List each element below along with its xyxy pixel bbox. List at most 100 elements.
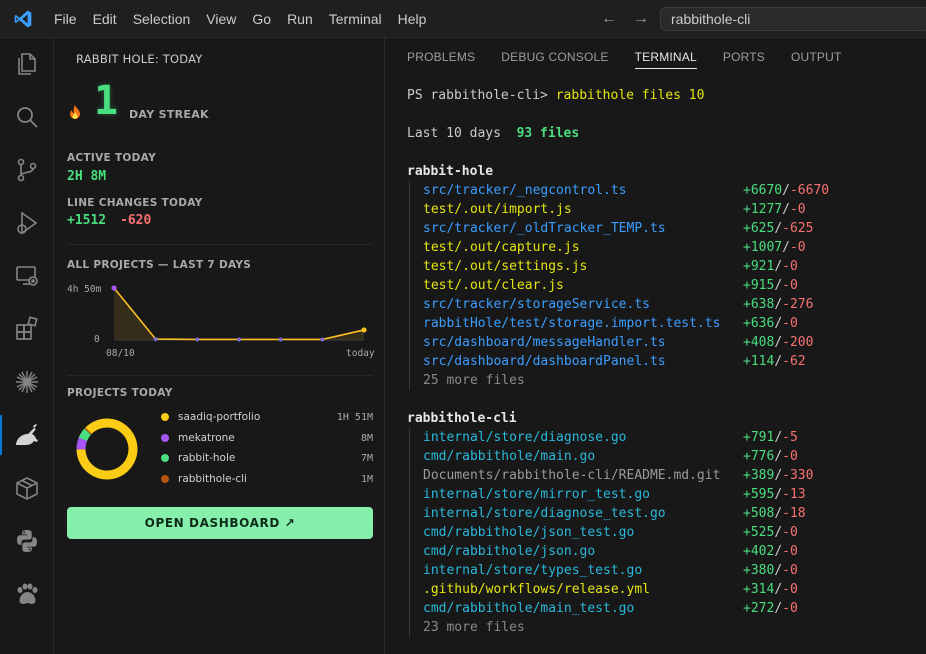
file-row[interactable]: test/.out/import.js +1277/-0 [423, 200, 806, 219]
command-center-search[interactable]: rabbithole-cli [660, 7, 926, 31]
tab-output[interactable]: OUTPUT [791, 38, 842, 74]
rabbit-hole-icon[interactable] [0, 415, 54, 455]
back-arrow-icon[interactable]: ← [600, 10, 618, 28]
file-row[interactable]: src/dashboard/messageHandler.ts +408/-200 [423, 333, 813, 352]
file-path: rabbitHole/test/storage.import.test.ts [423, 316, 721, 331]
x-end-label: today [346, 348, 375, 359]
lines-removed: -0 [782, 544, 798, 559]
file-row[interactable]: cmd/rabbithole/main_test.go +272/-0 [423, 599, 798, 618]
package-icon[interactable] [0, 468, 54, 508]
file-row[interactable]: internal/store/mirror_test.go +595/-13 [423, 485, 806, 504]
open-dashboard-button[interactable]: OPEN DASHBOARD ↗ [67, 507, 373, 539]
file-row[interactable]: test/.out/clear.js +915/-0 [423, 276, 798, 295]
project-time: 1M [360, 473, 373, 485]
lines-added: +380 [743, 563, 775, 578]
file-row[interactable]: test/.out/capture.js +1007/-0 [423, 238, 806, 257]
more-files: 25 more files [423, 373, 525, 388]
tab-terminal[interactable]: TERMINAL [634, 38, 698, 74]
lines-removed: -276 [782, 297, 814, 312]
lines-added: +114 [743, 354, 775, 369]
y-max-label: 4h 50m [67, 284, 102, 295]
menu-bar: File Edit Selection View Go Run Terminal… [46, 0, 434, 38]
menu-run[interactable]: Run [279, 0, 321, 38]
summary-line: Last 10 days 93 files [407, 124, 579, 143]
separator: / [782, 202, 790, 217]
python-icon[interactable] [0, 521, 54, 561]
file-row[interactable]: internal/store/diagnose.go +791/-5 [423, 428, 798, 447]
forward-arrow-icon[interactable]: → [632, 10, 650, 28]
project-time: 7M [360, 452, 373, 464]
file-row[interactable]: internal/store/diagnose_test.go +508/-18 [423, 504, 806, 523]
extensions-icon[interactable] [0, 309, 54, 349]
divider [67, 244, 373, 245]
file-path: test/.out/settings.js [423, 259, 588, 274]
menu-help[interactable]: Help [390, 0, 435, 38]
chart-point [153, 337, 158, 342]
file-row[interactable]: cmd/rabbithole/main.go +776/-0 [423, 447, 798, 466]
project-row[interactable]: mekatrone 8M [161, 429, 373, 447]
paw-icon[interactable] [0, 574, 54, 614]
tab-problems[interactable]: PROBLEMS [407, 38, 475, 74]
source-control-icon[interactable] [0, 150, 54, 190]
file-row[interactable]: src/tracker/_negcontrol.ts +6670/-6670 [423, 181, 829, 200]
file-row[interactable]: .github/workflows/release.yml +314/-0 [423, 580, 798, 599]
menu-selection[interactable]: Selection [125, 0, 199, 38]
explorer-icon[interactable] [0, 44, 54, 84]
project-time: 8M [360, 432, 373, 444]
projects-donut-chart [76, 418, 138, 480]
menu-file[interactable]: File [46, 0, 85, 38]
lines-added: +776 [743, 449, 775, 464]
project-time: 1H 51M [336, 411, 373, 423]
panel-tabs: PROBLEMS DEBUG CONSOLE TERMINAL PORTS OU… [385, 38, 926, 74]
file-row[interactable]: rabbitHole/test/storage.import.test.ts +6… [423, 314, 798, 333]
project-name: saadiq-portfolio [178, 411, 261, 423]
project-row[interactable]: rabbit-hole 7M [161, 449, 373, 467]
file-row[interactable]: test/.out/settings.js +921/-0 [423, 257, 798, 276]
menu-view[interactable]: View [198, 0, 244, 38]
lines-removed: -625 [782, 221, 814, 236]
search-icon[interactable] [0, 97, 54, 137]
file-row[interactable]: cmd/rabbithole/json_test.go +525/-0 [423, 523, 798, 542]
sidebar-title: RABBIT HOLE: TODAY [76, 52, 203, 66]
tab-ports[interactable]: PORTS [723, 38, 765, 74]
project-row[interactable]: rabbithole-cli 1M [161, 470, 373, 488]
file-path: test/.out/import.js [423, 202, 572, 217]
lines-removed-value: -620 [120, 213, 152, 228]
projects-today-label: PROJECTS TODAY [67, 387, 173, 399]
remote-explorer-icon[interactable] [0, 256, 54, 296]
file-path: test/.out/clear.js [423, 278, 564, 293]
lines-removed: -200 [782, 335, 814, 350]
chart-point [237, 337, 241, 342]
menu-edit[interactable]: Edit [85, 0, 125, 38]
run-debug-icon[interactable] [0, 203, 54, 243]
divider [67, 375, 373, 376]
menu-go[interactable]: Go [244, 0, 279, 38]
lines-added: +508 [743, 506, 775, 521]
line-changes-label: LINE CHANGES TODAY [67, 197, 203, 209]
file-row[interactable]: Documents/rabbithole-cli/README.md.git +3… [423, 466, 813, 485]
vscode-logo-icon[interactable] [0, 0, 46, 38]
separator: / [774, 430, 783, 445]
file-row[interactable]: internal/store/types_test.go +380/-0 [423, 561, 798, 580]
file-row[interactable]: cmd/rabbithole/json.go +402/-0 [423, 542, 798, 561]
sparkle-icon[interactable] [0, 362, 54, 402]
weekly-activity-chart: 4h 50m 0 08/10 today [67, 284, 375, 359]
file-path: internal/store/diagnose_test.go [423, 506, 666, 521]
title-bar: File Edit Selection View Go Run Terminal… [0, 0, 926, 38]
lines-removed: -18 [782, 506, 806, 521]
file-path: internal/store/mirror_test.go [423, 487, 650, 502]
separator: / [774, 335, 783, 350]
lines-removed: -0 [782, 316, 798, 331]
lines-added: +6670 [743, 183, 783, 198]
file-row[interactable]: src/tracker/storageService.ts +638/-276 [423, 295, 813, 314]
tab-debug-console[interactable]: DEBUG CONSOLE [501, 38, 608, 74]
menu-terminal[interactable]: Terminal [321, 0, 390, 38]
file-path: Documents/rabbithole-cli/README.md.git [423, 468, 721, 483]
project-color-dot [161, 434, 169, 442]
lines-removed: -0 [782, 259, 798, 274]
file-row[interactable]: src/dashboard/dashboardPanel.ts +114/-62 [423, 352, 806, 371]
separator: / [774, 316, 783, 331]
y-min-label: 0 [94, 334, 100, 345]
project-row[interactable]: saadiq-portfolio 1H 51M [161, 408, 373, 426]
file-row[interactable]: src/tracker/_oldTracker_TEMP.ts +625/-625 [423, 219, 813, 238]
